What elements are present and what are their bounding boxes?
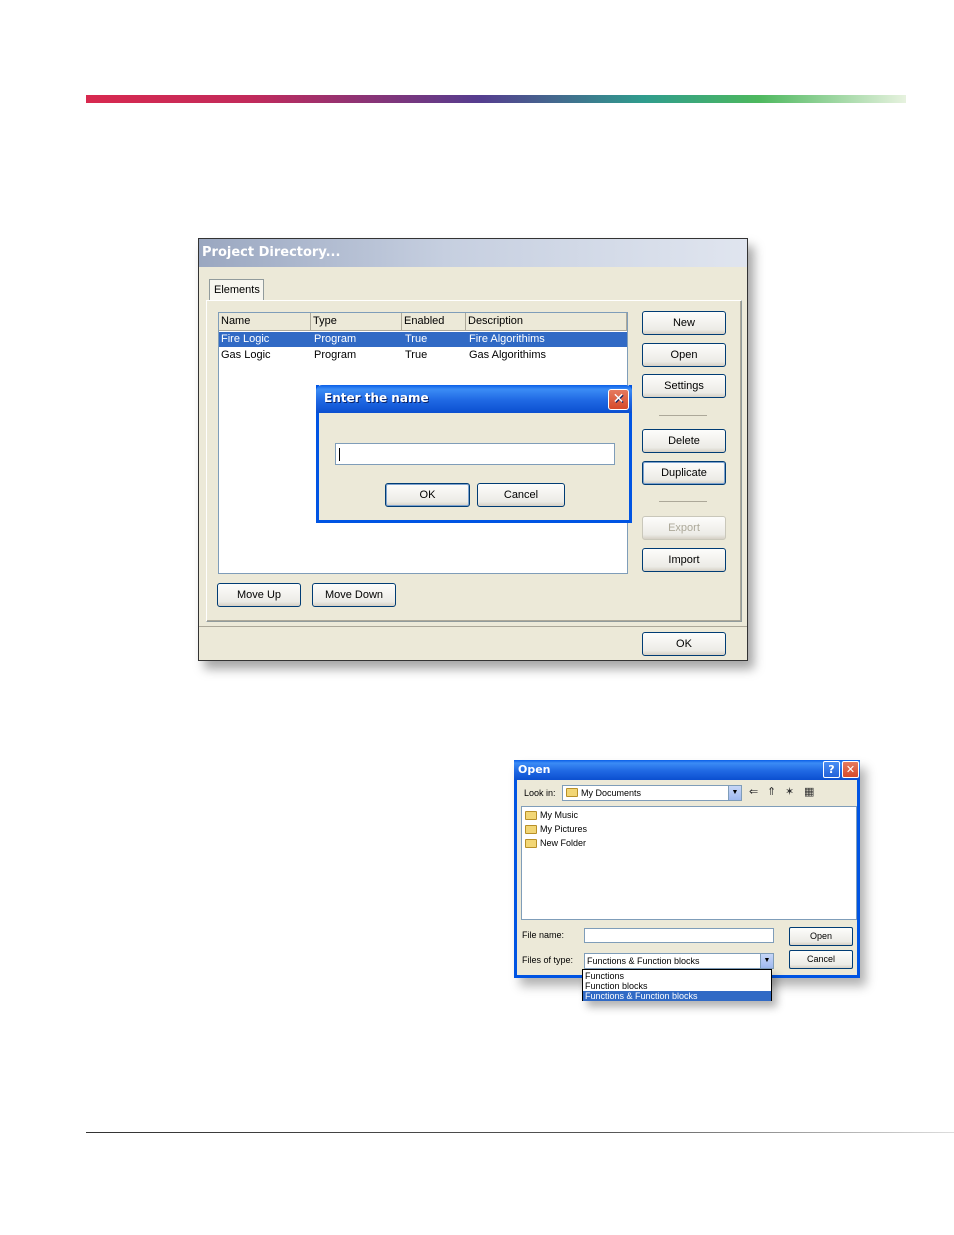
cell-type: Program <box>314 333 357 345</box>
open-title: Open <box>518 763 551 776</box>
cancel-button[interactable]: Cancel <box>789 950 853 969</box>
folder-icon <box>566 788 578 797</box>
dropdown-option[interactable]: Function blocks <box>583 981 771 991</box>
dialog-title-bar: Enter the name ✕ <box>316 385 632 413</box>
look-in-combo[interactable]: My Documents ▼ <box>562 785 742 801</box>
header-gradient-bar <box>86 95 906 103</box>
help-icon[interactable]: ? <box>823 761 840 778</box>
file-type-dropdown[interactable]: Functions Function blocks Functions & Fu… <box>582 969 772 1001</box>
open-file-dialog: Open ? ✕ Look in: My Documents ▼ ⇐ ⇑ ✶ ▦… <box>514 760 860 978</box>
folder-icon <box>525 811 537 820</box>
column-header-description[interactable]: Description <box>466 313 627 331</box>
import-button[interactable]: Import <box>642 548 726 572</box>
folder-icon <box>525 825 537 834</box>
folder-icon <box>525 839 537 848</box>
cell-description: Fire Algorithims <box>469 333 545 345</box>
list-row[interactable]: Fire Logic Program True Fire Algorithims <box>219 332 627 347</box>
dialog-ok-button[interactable]: OK <box>385 483 470 507</box>
file-name-label: File name: <box>522 930 565 940</box>
files-of-type-value: Functions & Function blocks <box>587 956 700 966</box>
dropdown-option[interactable]: Functions & Function blocks <box>583 991 771 1001</box>
file-list[interactable]: My Music My Pictures New Folder <box>521 806 857 920</box>
cell-type: Program <box>314 349 357 361</box>
project-directory-window: Project Directory... Elements Name Type … <box>198 238 748 661</box>
tab-elements[interactable]: Elements <box>209 279 264 301</box>
cell-name: Fire Logic <box>221 333 270 345</box>
window-title: Project Directory... <box>199 239 747 267</box>
files-of-type-combo[interactable]: Functions & Function blocks ▼ <box>584 953 774 969</box>
list-row[interactable]: Gas Logic Program True Gas Algorithims <box>219 348 627 363</box>
column-header-name[interactable]: Name <box>219 313 311 331</box>
move-down-button[interactable]: Move Down <box>312 583 396 607</box>
cell-description: Gas Algorithims <box>469 349 547 361</box>
item-label: New Folder <box>540 838 587 848</box>
move-up-button[interactable]: Move Up <box>217 583 301 607</box>
close-icon[interactable]: ✕ <box>842 761 859 778</box>
delete-button[interactable]: Delete <box>642 429 726 453</box>
open-title-bar: Open ? ✕ <box>514 760 860 780</box>
export-button[interactable]: Export <box>642 516 726 540</box>
cell-name: Gas Logic <box>221 349 271 361</box>
text-caret <box>339 448 340 461</box>
cell-enabled: True <box>405 333 428 345</box>
list-header: Name Type Enabled Description <box>219 313 627 331</box>
chevron-down-icon[interactable]: ▼ <box>760 954 773 968</box>
close-icon[interactable]: ✕ <box>608 389 629 410</box>
view-menu-icon[interactable]: ▦ <box>804 785 814 798</box>
button-separator <box>659 501 707 502</box>
enter-name-dialog: Enter the name ✕ OK Cancel <box>316 385 632 523</box>
item-label: My Pictures <box>540 824 588 834</box>
file-name-input[interactable] <box>584 928 774 943</box>
duplicate-button[interactable]: Duplicate <box>642 461 726 485</box>
open-button[interactable]: Open <box>789 927 853 946</box>
item-label: My Music <box>540 810 578 820</box>
new-folder-icon[interactable]: ✶ <box>785 785 794 798</box>
new-button[interactable]: New <box>642 311 726 335</box>
name-input[interactable] <box>335 443 615 465</box>
button-separator <box>659 415 707 416</box>
footer-divider <box>199 626 747 627</box>
cell-enabled: True <box>405 349 428 361</box>
dialog-cancel-button[interactable]: Cancel <box>477 483 565 507</box>
open-button[interactable]: Open <box>642 343 726 367</box>
dialog-title: Enter the name <box>324 391 429 405</box>
chevron-down-icon[interactable]: ▼ <box>728 786 741 800</box>
settings-button[interactable]: Settings <box>642 374 726 398</box>
column-header-enabled[interactable]: Enabled <box>402 313 466 331</box>
up-folder-icon[interactable]: ⇑ <box>767 785 776 798</box>
look-in-value: My Documents <box>581 788 642 798</box>
back-icon[interactable]: ⇐ <box>749 785 758 798</box>
ok-button[interactable]: OK <box>642 632 726 656</box>
column-header-type[interactable]: Type <box>311 313 402 331</box>
dropdown-option[interactable]: Functions <box>583 971 771 981</box>
look-in-label: Look in: <box>524 788 556 798</box>
footer-rule <box>86 1132 954 1133</box>
files-of-type-label: Files of type: <box>522 955 574 965</box>
